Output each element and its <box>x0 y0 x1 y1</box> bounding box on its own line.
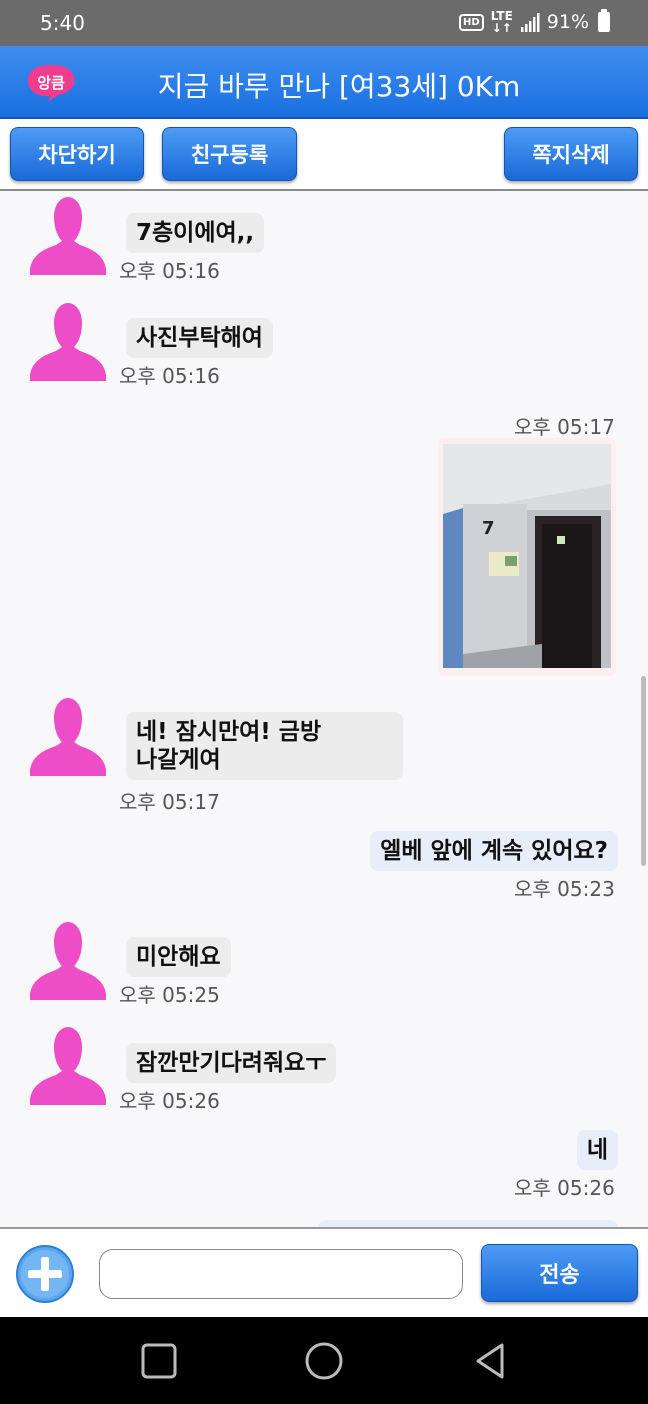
female-avatar-icon <box>30 698 106 776</box>
chat-scrollbar[interactable] <box>641 676 646 866</box>
elevator-photo: 7 <box>443 444 611 668</box>
message-bubble: 7층이에여,, <box>126 213 265 253</box>
chat-area[interactable]: 7층이에여,, 오후 05:16 사진부탁해여 오후 05:16 오후 05:1… <box>0 191 648 1227</box>
data-arrows-icon: ↓↑ <box>491 21 512 35</box>
message-time: 오후 05:17 <box>514 415 615 439</box>
hd-icon: HD <box>459 13 484 31</box>
battery-percent: 91% <box>546 11 589 33</box>
system-nav-bar <box>0 1317 648 1404</box>
message-bubble: 사진부탁해여 <box>126 318 273 358</box>
female-avatar-icon <box>30 303 106 381</box>
message-line: 나갈게여 <box>136 747 221 773</box>
message-bubble: 네! 잠시만여! 금방 나갈게여 <box>126 712 403 780</box>
delete-message-button[interactable]: 쪽지삭제 <box>504 127 638 181</box>
triangle-back-icon[interactable] <box>470 1341 510 1381</box>
message-time: 오후 05:23 <box>514 877 615 901</box>
composer-bar: 전송 <box>0 1227 648 1317</box>
message-bubble-partial <box>318 1220 618 1227</box>
status-time: 5:40 <box>40 11 85 35</box>
status-bar: 5:40 HD LTE ↓↑ 91% <box>0 0 648 46</box>
message-bubble: 엘베 앞에 계속 있어요? <box>370 831 618 871</box>
status-icons: HD LTE ↓↑ 91% <box>459 9 610 34</box>
block-button[interactable]: 차단하기 <box>10 127 144 181</box>
message-time: 오후 05:16 <box>119 259 220 283</box>
message-time: 오후 05:25 <box>119 983 220 1007</box>
photo-message[interactable]: 7 <box>438 438 616 676</box>
circle-icon[interactable] <box>304 1341 344 1381</box>
signal-icon <box>520 12 540 32</box>
message-time: 오후 05:17 <box>119 790 220 814</box>
message-bubble: 네 <box>576 1130 618 1170</box>
lte-icon: LTE ↓↑ <box>491 10 513 34</box>
action-bar: 차단하기 친구등록 쪽지삭제 <box>0 119 648 191</box>
message-time: 오후 05:26 <box>119 1089 220 1113</box>
message-time: 오후 05:26 <box>514 1176 615 1200</box>
female-avatar-icon <box>30 1027 106 1105</box>
chat-title: 지금 바루 만나 [여33세] 0Km <box>157 70 521 103</box>
message-time: 오후 05:16 <box>119 364 220 388</box>
square-icon[interactable] <box>139 1341 179 1381</box>
floor-number-label: 7 <box>482 518 495 539</box>
plus-icon[interactable] <box>15 1244 75 1304</box>
battery-icon <box>598 9 610 32</box>
add-friend-button[interactable]: 친구등록 <box>162 127 297 181</box>
message-input[interactable] <box>99 1249 463 1299</box>
message-line: 네! 잠시만여! 금방 <box>136 719 322 745</box>
female-avatar-icon <box>30 922 106 1000</box>
message-bubble: 잠깐만기다려줘요ㅜ <box>126 1043 337 1083</box>
title-bar: 앙큼 지금 바루 만나 [여33세] 0Km <box>0 46 648 119</box>
female-avatar-icon <box>30 197 106 275</box>
send-button[interactable]: 전송 <box>481 1244 638 1302</box>
message-bubble: 미안해요 <box>126 937 231 977</box>
